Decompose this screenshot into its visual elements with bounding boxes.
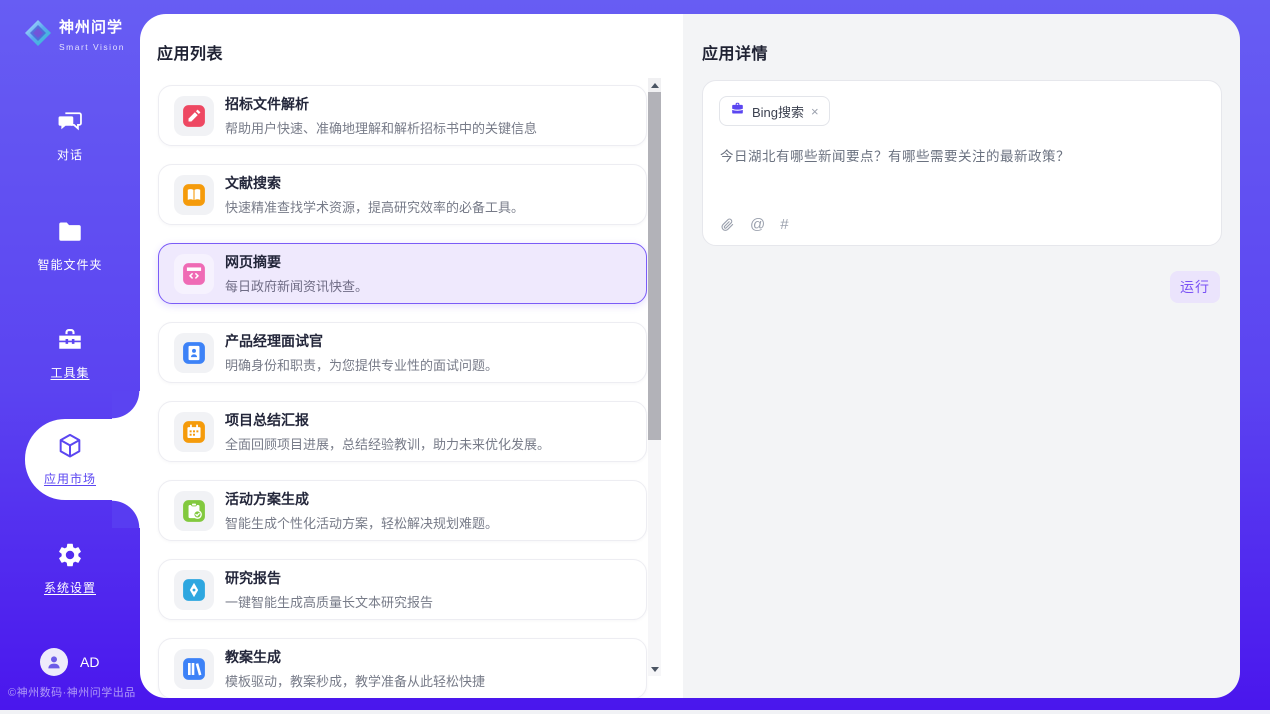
app-card-title: 研究报告 xyxy=(225,568,433,588)
books-icon xyxy=(174,649,214,689)
person-doc-icon xyxy=(174,333,214,373)
app-card-2[interactable]: 网页摘要每日政府新闻资讯快查。 xyxy=(158,243,647,304)
brand-subtitle: Smart Vision xyxy=(59,42,125,52)
brand-logo: 神州问学 Smart Vision xyxy=(24,16,140,55)
app-card-description: 一键智能生成高质量长文本研究报告 xyxy=(225,592,433,611)
sidebar-item-label: 对话 xyxy=(0,146,140,163)
sidebar-item-2[interactable]: 工具集 xyxy=(0,326,140,381)
app-card-0[interactable]: 招标文件解析帮助用户快速、准确地理解和解析招标书中的关键信息 xyxy=(158,85,647,146)
app-card-4[interactable]: 项目总结汇报全面回顾项目进展，总结经验教训，助力未来优化发展。 xyxy=(158,401,647,462)
sidebar-item-label: 应用市场 xyxy=(0,470,140,487)
chat-icon xyxy=(56,108,84,136)
app-card-description: 智能生成个性化活动方案，轻松解决规划难题。 xyxy=(225,513,498,532)
app-card-description: 快速精准查找学术资源，提高研究效率的必备工具。 xyxy=(225,197,524,216)
tool-tag-label: Bing搜索 xyxy=(752,102,804,121)
folder-icon xyxy=(56,218,84,246)
user-row[interactable]: AD xyxy=(40,648,99,676)
tool-tag-bing[interactable]: Bing搜索 × xyxy=(719,96,830,126)
app-card-5[interactable]: 活动方案生成智能生成个性化活动方案，轻松解决规划难题。 xyxy=(158,480,647,541)
sidebar-item-3[interactable]: 应用市场 xyxy=(0,432,140,487)
at-icon[interactable]: @ xyxy=(750,216,765,233)
app-card-description: 模板驱动，教案秒成，教学准备从此轻松快捷 xyxy=(225,671,485,690)
sidebar-item-4[interactable]: 系统设置 xyxy=(0,541,140,596)
sidebar-item-label: 智能文件夹 xyxy=(0,256,140,273)
scroll-up-button[interactable] xyxy=(648,78,661,92)
app-card-description: 全面回顾项目进展，总结经验教训，助力未来优化发展。 xyxy=(225,434,550,453)
triangle-up-icon xyxy=(651,83,659,88)
scrollbar[interactable] xyxy=(648,78,661,676)
hash-icon[interactable]: # xyxy=(780,216,788,233)
app-card-description: 明确身份和职责，为您提供专业性的面试问题。 xyxy=(225,355,498,374)
app-card-3[interactable]: 产品经理面试官明确身份和职责，为您提供专业性的面试问题。 xyxy=(158,322,647,383)
app-detail-title: 应用详情 xyxy=(702,40,768,64)
paperclip-icon[interactable] xyxy=(720,217,735,233)
ink-pen-icon xyxy=(174,570,214,610)
app-card-title: 文献搜索 xyxy=(225,173,524,193)
sidebar-item-1[interactable]: 智能文件夹 xyxy=(0,218,140,273)
query-input[interactable]: 今日湖北有哪些新闻要点？有哪些需要关注的最新政策？ xyxy=(720,145,1206,165)
app-card-1[interactable]: 文献搜索快速精准查找学术资源，提高研究效率的必备工具。 xyxy=(158,164,647,225)
user-initials: AD xyxy=(80,654,99,670)
app-card-description: 帮助用户快速、准确地理解和解析招标书中的关键信息 xyxy=(225,118,537,137)
app-card-title: 招标文件解析 xyxy=(225,94,537,114)
app-list-panel: 应用列表 招标文件解析帮助用户快速、准确地理解和解析招标书中的关键信息文献搜索快… xyxy=(140,14,683,698)
pen-square-icon xyxy=(174,96,214,136)
sidebar-item-label: 系统设置 xyxy=(0,579,140,596)
app-card-title: 网页摘要 xyxy=(225,252,368,272)
briefcase-icon xyxy=(730,101,745,121)
triangle-down-icon xyxy=(651,667,659,672)
app-detail-panel: 应用详情 Bing搜索 × 今日湖北有哪些新闻要点？有哪些需要关注的最新政策？ xyxy=(683,14,1240,698)
gear-icon xyxy=(56,541,84,569)
clipboard-check-icon xyxy=(174,491,214,531)
app-card-title: 教案生成 xyxy=(225,647,485,667)
app-card-6[interactable]: 研究报告一键智能生成高质量长文本研究报告 xyxy=(158,559,647,620)
app-card-list: 招标文件解析帮助用户快速、准确地理解和解析招标书中的关键信息文献搜索快速精准查找… xyxy=(158,85,647,698)
scroll-down-button[interactable] xyxy=(648,662,661,676)
sidebar-item-0[interactable]: 对话 xyxy=(0,108,140,163)
user-avatar-icon xyxy=(40,648,68,676)
copyright-text: ©神州数码·神州问学出品 xyxy=(8,684,140,700)
prompt-card: Bing搜索 × 今日湖北有哪些新闻要点？有哪些需要关注的最新政策？ @ # xyxy=(702,80,1222,246)
app-card-description: 每日政府新闻资讯快查。 xyxy=(225,276,368,295)
app-card-title: 活动方案生成 xyxy=(225,489,498,509)
cube-icon xyxy=(56,432,84,460)
book-icon xyxy=(174,175,214,215)
app-card-title: 项目总结汇报 xyxy=(225,410,550,430)
brand-name: 神州问学 xyxy=(59,19,123,36)
app-frame: 神州问学 Smart Vision 对话智能文件夹工具集应用市场系统设置 AD … xyxy=(0,0,1270,710)
scrollbar-thumb[interactable] xyxy=(648,92,661,440)
app-card-title: 产品经理面试官 xyxy=(225,331,498,351)
toolbox-icon xyxy=(56,326,84,354)
browser-code-icon xyxy=(174,254,214,294)
app-card-7[interactable]: 教案生成模板驱动，教案秒成，教学准备从此轻松快捷 xyxy=(158,638,647,698)
sidebar-item-label: 工具集 xyxy=(0,364,140,381)
run-button[interactable]: 运行 xyxy=(1170,271,1220,303)
app-list-title: 应用列表 xyxy=(157,40,223,64)
attachment-toolbar: @ # xyxy=(720,216,789,233)
sidebar: 神州问学 Smart Vision 对话智能文件夹工具集应用市场系统设置 AD … xyxy=(0,0,140,710)
brand-diamond-icon xyxy=(24,19,52,52)
main-content: 应用列表 招标文件解析帮助用户快速、准确地理解和解析招标书中的关键信息文献搜索快… xyxy=(140,14,1240,698)
tag-close-icon[interactable]: × xyxy=(811,105,819,118)
calendar-icon xyxy=(174,412,214,452)
